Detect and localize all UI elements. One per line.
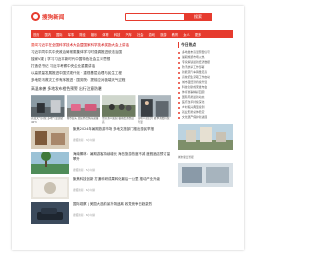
photo-row [31, 95, 171, 117]
photo-caption[interactable]: 商场人流回升 夏季消费持续升温 [138, 117, 172, 124]
news-photo[interactable] [137, 95, 172, 117]
site-logo[interactable]: 搜狗新闻 [31, 12, 64, 21]
bullet-icon [178, 86, 180, 89]
nav-item[interactable]: 旅游 [160, 32, 166, 37]
news-card-meta: 搜狐新闻 · 8小时前 [73, 214, 96, 217]
sidebar-photo-caption[interactable]: 城市夏日景观 [178, 155, 233, 159]
search-button[interactable]: 搜索 [184, 13, 212, 21]
news-photo[interactable] [102, 95, 136, 117]
news-photo[interactable] [31, 95, 65, 117]
news-card-body: 聚焦2024年暑期旅游市场 多地文旅部门推出惠民举措 搜狐新闻 · 3小时前 [73, 127, 171, 149]
bullet-icon [178, 71, 180, 74]
browser-page: 搜狗新闻 搜索 首页 国内 国际 军事 财经 娱乐 体育 科技 汽车 社会 游戏… [12, 6, 244, 250]
news-card-title[interactable]: 聚焦2024年暑期旅游市场 多地文旅部门推出惠民举措 [73, 127, 171, 132]
main-nav: 首页 国内 国际 军事 财经 娱乐 体育 科技 汽车 社会 游戏 旅游 教育 女… [31, 30, 233, 38]
bullet-icon [178, 56, 180, 59]
news-card-meta: 搜狐新闻 · 3小时前 [73, 139, 96, 142]
header: 搜狗新闻 搜索 [12, 6, 244, 28]
bullet-icon [178, 111, 180, 114]
news-card-image[interactable] [31, 152, 69, 174]
news-card[interactable]: 国际观察 | 美国大选前景扑朔迷离 政党竞争日趋激烈 搜狐新闻 · 8小时前 [31, 202, 171, 224]
bullet-icon [178, 106, 180, 109]
headline-link[interactable]: 多地防汛救灾工作有序推进 · 国务院：提前应对极端天气过程 [31, 77, 171, 84]
bullet-icon [178, 76, 180, 79]
sidebar-item-label: 文化遗产保护新进展 [182, 115, 208, 119]
nav-item[interactable]: 游戏 [149, 32, 155, 37]
news-card-body: 海南椰林：暑期游客持续增长 海岛旅游热度不减 度假酒店预订量攀升 搜狐新闻 · … [73, 152, 171, 174]
nav-item[interactable]: 科技 [114, 32, 120, 37]
news-card-meta: 搜狐新闻 · 6小时前 [73, 189, 96, 192]
bullet-icon [178, 96, 180, 99]
sidebar-title: 今日热点 [178, 42, 233, 48]
bullet-icon [178, 51, 180, 54]
bullet-icon [178, 101, 180, 104]
headline-link[interactable]: 以高质量发展推进中国式现代化 · 重视基层治理与民生工程 [31, 70, 171, 77]
news-photo[interactable] [66, 95, 101, 117]
bullet-icon [178, 91, 180, 94]
bullet-icon [178, 81, 180, 84]
headline-link[interactable]: 打造总书记 习近平考察中央企业重要讲话 [31, 63, 171, 70]
news-card-image[interactable] [31, 177, 69, 199]
photo-caption[interactable]: 城市街头 居民外出纳凉避暑 [67, 117, 101, 124]
nav-item[interactable]: 财经 [79, 32, 85, 37]
news-card-title[interactable]: 国际观察 | 美国大选前景扑朔迷离 政党竞争日趋激烈 [73, 202, 171, 207]
news-card-image[interactable] [31, 127, 69, 149]
nav-item[interactable]: 首页 [33, 32, 39, 37]
headline-link[interactable]: 要闻习近平在全国科学技术大会暨国家科学技术奖励大会上讲话 [31, 42, 171, 49]
news-card-body: 聚焦科技创新 打通科研成果转化最后一公里 推动产业升级 搜狐新闻 · 6小时前 [73, 177, 171, 199]
section-title[interactable]: 高温来袭 多地发布橙色预警 出行注意防暑 [31, 86, 171, 92]
news-card-image[interactable] [31, 202, 69, 224]
search-input[interactable] [125, 13, 185, 21]
news-card-title[interactable]: 聚焦科技创新 打通科研成果转化最后一公里 推动产业升级 [73, 177, 171, 182]
nav-item[interactable]: 国内 [45, 32, 51, 37]
nav-item[interactable]: 教育 [172, 32, 178, 37]
bullet-icon [178, 116, 180, 119]
sidebar: 今日热点 多地发布高温预警信号 暑期旅游市场火热 专家解读最新经济数据 防汛抗旱… [178, 42, 233, 191]
news-card-title[interactable]: 海南椰林：暑期游客持续增长 海岛旅游热度不减 度假酒店预订量攀升 [73, 152, 171, 162]
news-card[interactable]: 聚焦科技创新 打通科研成果转化最后一公里 推动产业升级 搜狐新闻 · 6小时前 [31, 177, 171, 199]
main-column: 要闻习近平在全国科学技术大会暨国家科学技术奖励大会上讲话 习近平同中共中央政治局… [31, 42, 171, 224]
headline-tag: 要闻 [31, 43, 38, 47]
photo-caption[interactable]: 景区游人如织 暑期出游热度高 [102, 117, 136, 124]
bullet-icon [178, 61, 180, 64]
sidebar-photo[interactable] [178, 124, 233, 150]
nav-item[interactable]: 社会 [137, 32, 143, 37]
bullet-icon [178, 66, 180, 69]
news-card-meta: 搜狐新闻 · 5小时前 [73, 169, 96, 172]
news-card[interactable]: 海南椰林：暑期游客持续增长 海岛旅游热度不减 度假酒店预订量攀升 搜狐新闻 · … [31, 152, 171, 174]
logo-text: 搜狗新闻 [42, 14, 65, 21]
headline-text: 习近平在全国科学技术大会暨国家科学技术奖励大会上讲话 [38, 43, 129, 47]
caption-row: 高温天气持续 多地气温突破40℃ 城市街头 居民外出纳凉避暑 景区游人如织 暑期… [31, 117, 171, 124]
nav-item[interactable]: 女人 [183, 32, 189, 37]
nav-item[interactable]: 军事 [68, 32, 74, 37]
headline-link[interactable]: 独家V观 | 学习习近平新时代中国特色社会主义思想 [31, 56, 171, 63]
sidebar-item[interactable]: 文化遗产保护新进展 [178, 115, 233, 120]
nav-item[interactable]: 体育 [102, 32, 108, 37]
news-card[interactable]: 聚焦2024年暑期旅游市场 多地文旅部门推出惠民举措 搜狐新闻 · 3小时前 [31, 127, 171, 149]
nav-item[interactable]: 国际 [56, 32, 62, 37]
nav-item[interactable]: 更多 [195, 32, 201, 37]
nav-item[interactable]: 娱乐 [91, 32, 97, 37]
logo-icon [31, 12, 40, 21]
headline-link[interactable]: 习近平同中共中央政治局常委集体学习时强调推进依法治国 [31, 49, 171, 56]
nav-item[interactable]: 汽车 [126, 32, 132, 37]
photo-caption[interactable]: 高温天气持续 多地气温突破40℃ [31, 117, 65, 124]
news-card-body: 国际观察 | 美国大选前景扑朔迷离 政党竞争日趋激烈 搜狐新闻 · 8小时前 [73, 202, 171, 224]
sidebar-photo[interactable] [178, 163, 233, 187]
